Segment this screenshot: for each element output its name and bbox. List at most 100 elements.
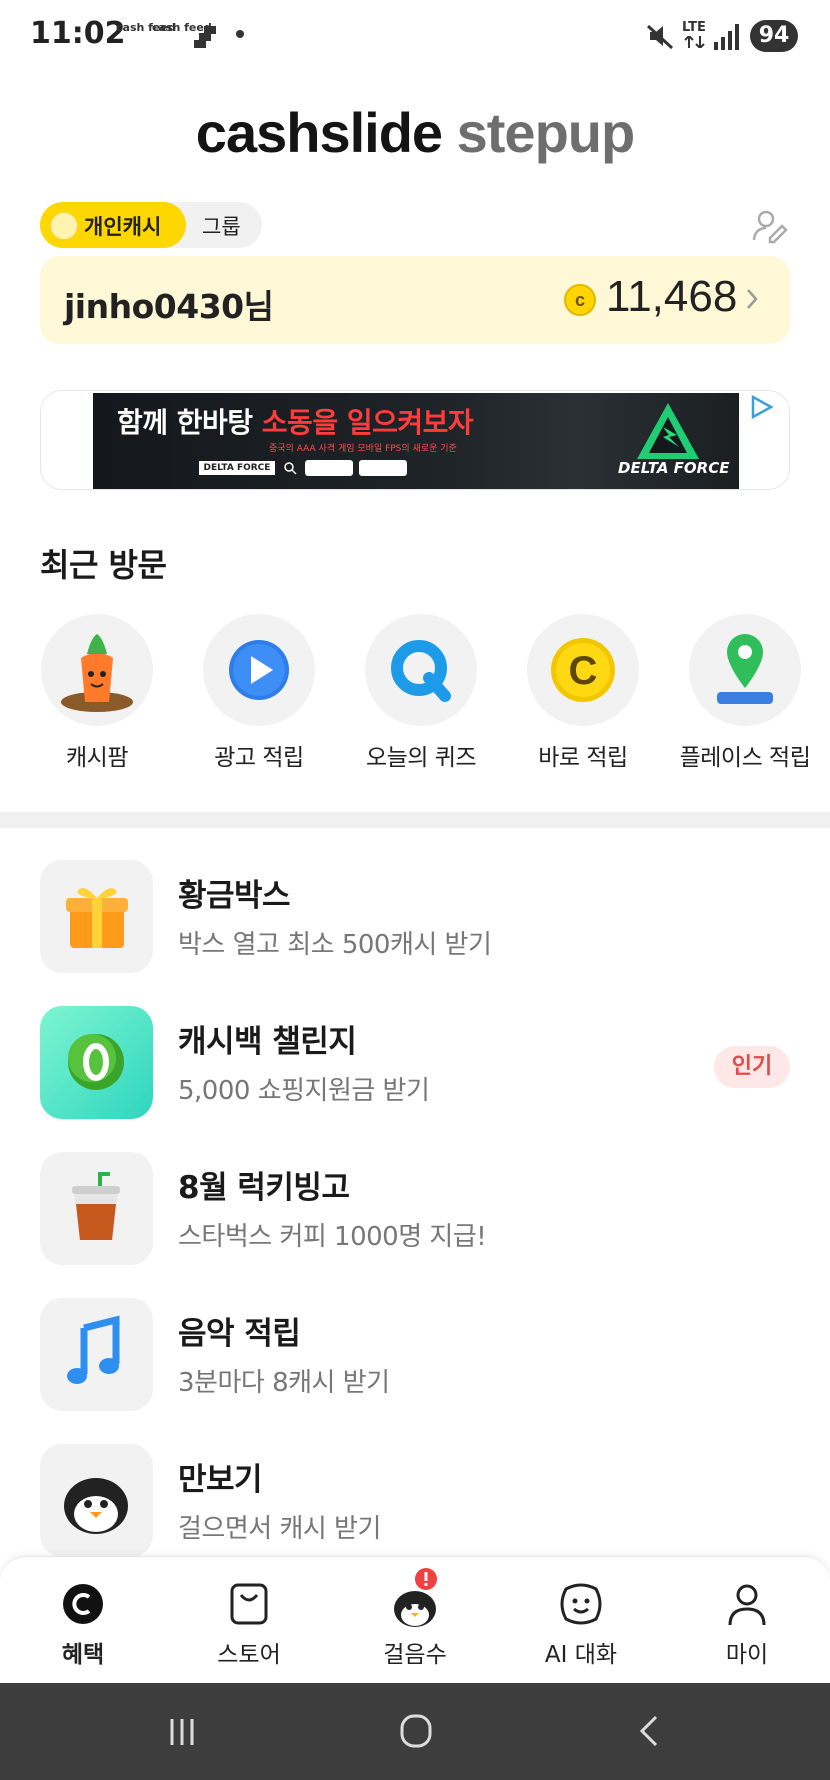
nav-my[interactable]: 마이 bbox=[664, 1557, 830, 1683]
quiz-q-icon bbox=[391, 640, 451, 702]
nav-label: 스토어 bbox=[217, 1642, 281, 1668]
nav-label: 걸음수 bbox=[383, 1642, 447, 1668]
alert-badge-icon bbox=[415, 1568, 437, 1590]
recent-label: 오늘의 퀴즈 bbox=[365, 745, 477, 771]
recent-item-ad-reward[interactable]: 광고 적립 bbox=[178, 614, 340, 774]
cashback-ball-icon bbox=[68, 1034, 124, 1090]
person-icon bbox=[728, 1584, 766, 1626]
ad-subtitle: 중국의 AAA 사격 게임 모바일 FPS의 새로운 기준 bbox=[269, 444, 457, 454]
penguin-icon bbox=[64, 1478, 128, 1534]
popular-badge: 인기 bbox=[714, 1046, 790, 1088]
battery-indicator: 94 bbox=[750, 20, 798, 52]
google-play-badge bbox=[305, 460, 353, 476]
list-icon-bg bbox=[40, 1152, 153, 1265]
chat-face-icon bbox=[560, 1583, 602, 1625]
more-notifications-dot bbox=[236, 30, 244, 38]
recent-icon-bg bbox=[689, 614, 801, 726]
ad-banner[interactable]: 함께 한바탕 소동을 일으켜보자 중국의 AAA 사격 게임 모바일 FPS의 … bbox=[40, 390, 790, 490]
list-subtitle: 박스 열고 최소 500캐시 받기 bbox=[178, 930, 492, 960]
recent-visits-title: 최근 방문 bbox=[40, 546, 167, 584]
signal-icon bbox=[714, 24, 739, 50]
list-icon-bg bbox=[40, 1444, 153, 1557]
section-divider bbox=[0, 812, 830, 828]
list-title: 음악 적립 bbox=[178, 1316, 301, 1352]
nav-label: 혜택 bbox=[61, 1642, 105, 1668]
toggle-group[interactable]: 그룹 bbox=[202, 211, 241, 241]
gift-box-icon bbox=[66, 888, 128, 948]
toggle-personal-label: 개인캐시 bbox=[84, 215, 162, 239]
mode-toggle[interactable]: 개인캐시 그룹 bbox=[40, 202, 262, 248]
profile-edit-icon[interactable] bbox=[752, 208, 788, 244]
ad-search-box: DELTA FORCE bbox=[199, 461, 275, 475]
coffee-cup-icon bbox=[72, 1172, 120, 1240]
list-title: 황금박스 bbox=[178, 878, 291, 914]
list-item-lucky-bingo[interactable]: 8월 럭키빙고 스타벅스 커피 1000명 지급! bbox=[0, 1152, 830, 1272]
music-note-icon bbox=[67, 1315, 120, 1384]
list-subtitle: 걸으면서 캐시 받기 bbox=[178, 1514, 381, 1544]
network-type: LTE bbox=[682, 20, 706, 35]
toggle-knob bbox=[50, 212, 78, 240]
list-title: 8월 럭키빙고 bbox=[178, 1170, 350, 1206]
recent-item-instant-reward[interactable]: C 바로 적립 bbox=[502, 614, 664, 774]
app-notification-icon bbox=[194, 26, 216, 48]
ad-headline: 함께 한바탕 소동을 일으켜보자 bbox=[117, 406, 474, 439]
username: jinho0430님 bbox=[64, 287, 274, 326]
status-time: 11:02 bbox=[30, 16, 126, 51]
delta-force-logo-text: DELTA FORCE bbox=[618, 459, 730, 477]
cash-balance: 11,468 bbox=[606, 272, 738, 321]
recent-label: 광고 적립 bbox=[214, 745, 304, 771]
mute-icon bbox=[646, 24, 674, 50]
coin-c-icon bbox=[63, 1584, 103, 1624]
list-item-golden-box[interactable]: 황금박스 박스 열고 최소 500캐시 받기 bbox=[0, 860, 830, 980]
carrot-icon bbox=[61, 634, 133, 712]
list-icon-bg bbox=[40, 860, 153, 973]
recent-icon-bg bbox=[41, 614, 153, 726]
svg-text:C: C bbox=[569, 649, 598, 693]
nav-store[interactable]: 스토어 bbox=[166, 1557, 332, 1683]
coin-c-icon: C bbox=[551, 638, 615, 702]
recent-item-daily-quiz[interactable]: 오늘의 퀴즈 bbox=[340, 614, 502, 774]
ad-image[interactable]: 함께 한바탕 소동을 일으켜보자 중국의 AAA 사격 게임 모바일 FPS의 … bbox=[93, 393, 739, 489]
ad-choices-icon[interactable] bbox=[749, 395, 773, 419]
cash-coin-icon: c bbox=[564, 284, 596, 316]
recent-icon-bg: C bbox=[527, 614, 639, 726]
app-logo: cashslide stepup bbox=[195, 101, 635, 164]
svg-text:c: c bbox=[575, 290, 585, 310]
recent-item-cashfarm[interactable]: 캐시팜 bbox=[16, 614, 178, 774]
home-icon[interactable] bbox=[386, 1711, 446, 1751]
recent-label: 바로 적립 bbox=[538, 745, 628, 771]
recent-label: 캐시팜 bbox=[66, 745, 128, 771]
list-item-cashback-challenge[interactable]: 캐시백 챌린지 5,000 쇼핑지원금 받기 인기 bbox=[0, 1006, 830, 1126]
data-arrows-icon bbox=[684, 36, 705, 48]
nav-steps[interactable]: 걸음수 bbox=[332, 1557, 498, 1683]
delta-force-logo bbox=[637, 403, 699, 459]
chevron-right-icon bbox=[747, 289, 758, 309]
system-navigation-bar bbox=[0, 1683, 830, 1780]
recent-icon-bg bbox=[203, 614, 315, 726]
list-icon-bg bbox=[40, 1006, 153, 1119]
shopping-bag-icon bbox=[230, 1583, 268, 1625]
recent-icon-bg bbox=[365, 614, 477, 726]
recent-item-place-reward[interactable]: 플레이스 적립 bbox=[664, 614, 826, 774]
toggle-personal[interactable]: 개인캐시 bbox=[40, 202, 186, 248]
list-title: 캐시백 챌린지 bbox=[178, 1024, 357, 1060]
list-item-pedometer[interactable]: 만보기 걸으면서 캐시 받기 bbox=[0, 1444, 830, 1564]
recent-label: 플레이스 적립 bbox=[679, 745, 811, 771]
list-icon-bg bbox=[40, 1298, 153, 1411]
back-icon[interactable] bbox=[620, 1711, 680, 1751]
list-title: 만보기 bbox=[178, 1462, 263, 1498]
user-cash-card[interactable]: jinho0430님 c 11,468 bbox=[40, 256, 790, 344]
list-subtitle: 3분마다 8캐시 받기 bbox=[178, 1368, 390, 1398]
app-store-badge bbox=[359, 460, 407, 476]
search-icon bbox=[284, 462, 297, 475]
list-subtitle: 5,000 쇼핑지원금 받기 bbox=[178, 1076, 430, 1106]
play-icon bbox=[229, 640, 289, 700]
nav-ai-chat[interactable]: AI 대화 bbox=[498, 1557, 664, 1683]
recent-apps-icon[interactable] bbox=[152, 1711, 212, 1751]
nav-label: AI 대화 bbox=[544, 1642, 618, 1668]
list-subtitle: 스타벅스 커피 1000명 지급! bbox=[178, 1222, 487, 1252]
bottom-navigation: 혜택 스토어 걸음수 AI 대화 마이 bbox=[0, 1556, 830, 1683]
list-item-music-reward[interactable]: 음악 적립 3분마다 8캐시 받기 bbox=[0, 1298, 830, 1418]
nav-benefits[interactable]: 혜택 bbox=[0, 1557, 166, 1683]
map-pin-icon bbox=[717, 634, 773, 704]
